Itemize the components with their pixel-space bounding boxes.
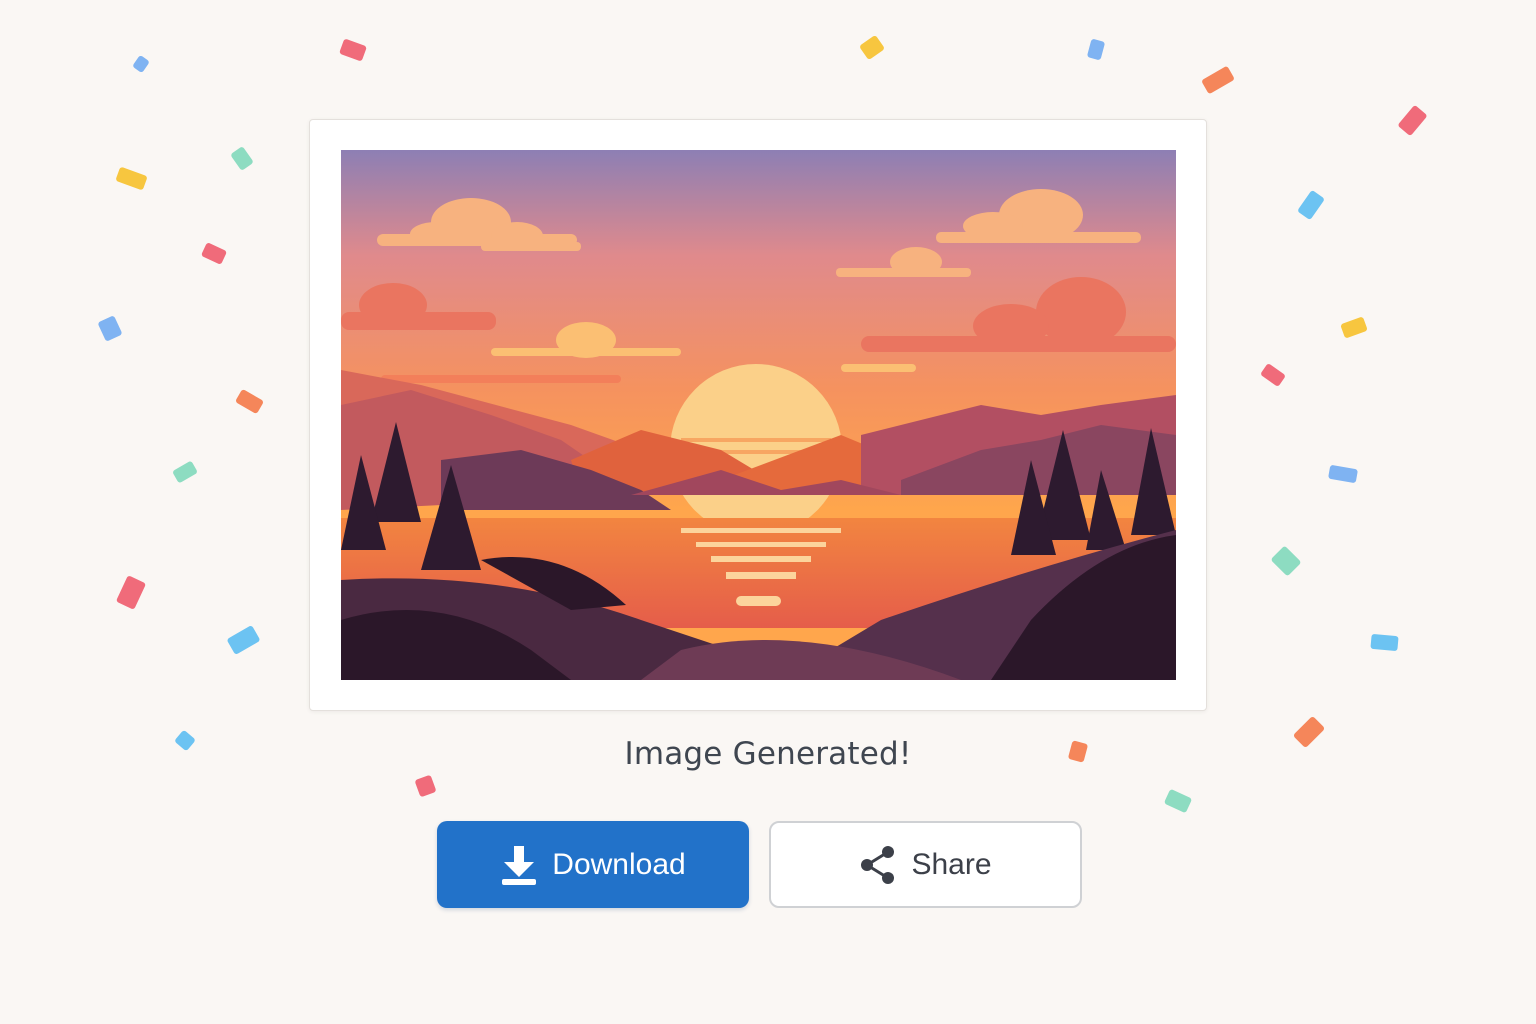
confetti-piece [1397, 104, 1428, 137]
confetti-piece [1259, 362, 1287, 388]
confetti-piece [414, 774, 437, 798]
download-button-label: Download [552, 847, 686, 881]
share-icon [859, 845, 897, 885]
confetti-piece [97, 315, 123, 342]
confetti-piece [1340, 316, 1368, 339]
download-icon [500, 844, 538, 886]
confetti-piece [1270, 545, 1302, 577]
confetti-piece [226, 624, 261, 656]
confetti-piece [200, 242, 228, 265]
confetti-piece [115, 166, 148, 191]
confetti-piece [115, 575, 147, 610]
confetti-piece [858, 34, 886, 61]
confetti-piece [234, 388, 265, 415]
confetti-piece [230, 146, 254, 171]
confetti-piece [132, 54, 150, 74]
download-button[interactable]: Download [437, 821, 749, 908]
confetti-piece [1201, 65, 1235, 95]
confetti-piece [338, 38, 368, 62]
share-button-label: Share [911, 847, 992, 881]
confetti-piece [1086, 38, 1106, 61]
generated-image-card [309, 119, 1207, 711]
confetti-piece [1296, 189, 1326, 221]
confetti-piece [171, 460, 199, 484]
confetti-piece [1163, 788, 1193, 814]
status-message: Image Generated! [624, 736, 912, 772]
confetti-piece [1370, 633, 1399, 652]
confetti-piece [1327, 464, 1359, 484]
share-button[interactable]: Share [769, 821, 1082, 908]
generated-image[interactable] [341, 150, 1176, 680]
